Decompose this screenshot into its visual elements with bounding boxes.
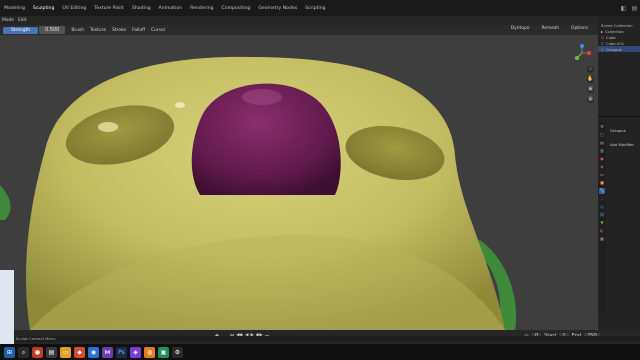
- mode-menu[interactable]: Mode: [2, 18, 14, 23]
- object-icon[interactable]: ■: [599, 180, 605, 186]
- view-layer-icon[interactable]: ▤: [631, 5, 638, 12]
- nose-highlight: [242, 89, 282, 105]
- render-icon[interactable]: ▢: [599, 132, 605, 138]
- status-bar: Sculpt Context Menu: [0, 336, 640, 342]
- outliner-title: Scene Collection: [601, 22, 633, 28]
- navigation-gizmo[interactable]: [572, 43, 592, 63]
- app-icon[interactable]: ▤: [46, 346, 57, 358]
- toolbar-right-group: Dyntopo Remesh Options: [511, 26, 594, 31]
- data-icon[interactable]: ▼: [599, 220, 605, 226]
- octopus-sculpt-render: [0, 56, 517, 330]
- edit-menu[interactable]: Edit: [18, 18, 27, 23]
- left-eye-highlight: [98, 122, 118, 132]
- physics-icon[interactable]: ◎: [599, 204, 605, 210]
- tab-shading[interactable]: Shading: [128, 6, 155, 11]
- tab-animation[interactable]: Animation: [155, 6, 186, 11]
- modifier-wrench-icon[interactable]: 🔧: [599, 188, 605, 194]
- options-menu[interactable]: Options: [571, 26, 588, 31]
- particles-icon[interactable]: ∴: [599, 196, 605, 202]
- start-menu-icon[interactable]: ⊞: [4, 346, 15, 358]
- app-icon-green[interactable]: ▣: [158, 346, 169, 358]
- pan-hand-icon[interactable]: ✋: [587, 76, 594, 83]
- right-side-panel: Scene Collection ▸ Collection ▽ Cube ▽ C…: [598, 16, 640, 336]
- tentacle-left: [0, 185, 11, 220]
- browser-icon[interactable]: ◉: [88, 346, 99, 358]
- tool-settings-bar: Strength 0.500 Brush Texture Stroke Fall…: [0, 25, 598, 35]
- constraints-icon[interactable]: ⛓: [599, 212, 605, 218]
- os-taskbar: ⊞ ⌕ ● ▤ ▭ ◆ ◉ ⋈ Ps ◈ ◍ ▣ ⚙: [0, 344, 640, 360]
- scene-icon[interactable]: ●: [599, 156, 605, 162]
- mesh-icon: ▽: [601, 46, 604, 52]
- strength-button[interactable]: Strength: [3, 26, 38, 34]
- output-icon[interactable]: ▤: [599, 140, 605, 146]
- file-explorer-icon[interactable]: ▭: [60, 346, 71, 358]
- blender-icon[interactable]: ◍: [144, 346, 155, 358]
- app-icon-orange[interactable]: ◆: [74, 346, 85, 358]
- 3d-viewport[interactable]: ⌕ ✋ ▣ ▦: [0, 35, 598, 330]
- recorder-icon[interactable]: ●: [32, 346, 43, 358]
- tab-rendering[interactable]: Rendering: [186, 6, 217, 11]
- tab-compositing[interactable]: Compositing: [218, 6, 255, 11]
- tool-icon[interactable]: ⚒: [599, 124, 605, 130]
- settings-icon[interactable]: ⚙: [172, 346, 183, 358]
- brush-menu[interactable]: Brush: [71, 28, 84, 33]
- tab-uv-editing[interactable]: UV Editing: [58, 6, 90, 11]
- webcam-overlay: [0, 270, 14, 344]
- world-icon[interactable]: ◉: [599, 164, 605, 170]
- texture-icon[interactable]: ▦: [599, 236, 605, 242]
- viewport-header: Mode Edit: [0, 16, 598, 25]
- tab-sculpting[interactable]: Sculpting: [29, 6, 58, 11]
- app-icon-purple[interactable]: ◈: [130, 346, 141, 358]
- tab-texture-paint[interactable]: Texture Paint: [90, 6, 128, 11]
- grid-icon[interactable]: ▦: [587, 96, 594, 103]
- strength-field[interactable]: 0.500: [39, 26, 66, 34]
- mesh-icon: ▽: [601, 34, 604, 40]
- zoom-icon[interactable]: ⌕: [587, 66, 594, 73]
- status-text: Sculpt Context Menu: [16, 336, 56, 341]
- scene-icon[interactable]: ◧: [620, 5, 627, 12]
- stroke-menu[interactable]: Stroke: [112, 28, 126, 33]
- tab-scripting[interactable]: Scripting: [301, 6, 329, 11]
- visual-studio-icon[interactable]: ⋈: [102, 346, 113, 358]
- search-icon[interactable]: ⌕: [18, 346, 29, 358]
- remesh-menu[interactable]: Remesh: [541, 26, 559, 31]
- view-layer-icon[interactable]: ▥: [599, 148, 605, 154]
- workspace-tab-bar: Modeling Sculpting UV Editing Texture Pa…: [0, 0, 640, 16]
- specular-highlight: [175, 102, 185, 108]
- add-modifier-button[interactable]: Add Modifier: [610, 142, 634, 147]
- tab-geometry-nodes[interactable]: Geometry Nodes: [254, 6, 301, 11]
- panel-divider: [598, 116, 640, 117]
- collection-icon[interactable]: ▭: [599, 172, 605, 178]
- texture-menu[interactable]: Texture: [90, 28, 106, 33]
- outliner-item-selected[interactable]: ▽ Octopus: [598, 46, 640, 52]
- cursor-menu[interactable]: Cursor: [151, 28, 165, 33]
- tab-modeling[interactable]: Modeling: [0, 6, 29, 11]
- photoshop-icon[interactable]: Ps: [116, 346, 127, 358]
- mesh-icon: ▽: [601, 40, 604, 46]
- material-icon[interactable]: ◐: [599, 228, 605, 234]
- properties-tab-column: ⚒ ▢ ▤ ▥ ● ◉ ▭ ■ 🔧 ∴ ◎ ⛓ ▼ ◐ ▦: [598, 122, 606, 312]
- properties-object-name: Octopus: [610, 128, 626, 133]
- camera-icon[interactable]: ▣: [587, 86, 594, 93]
- collection-icon: ▸: [601, 28, 603, 34]
- falloff-menu[interactable]: Falloff: [132, 28, 145, 33]
- dyntopo-menu[interactable]: Dyntopo: [511, 26, 530, 31]
